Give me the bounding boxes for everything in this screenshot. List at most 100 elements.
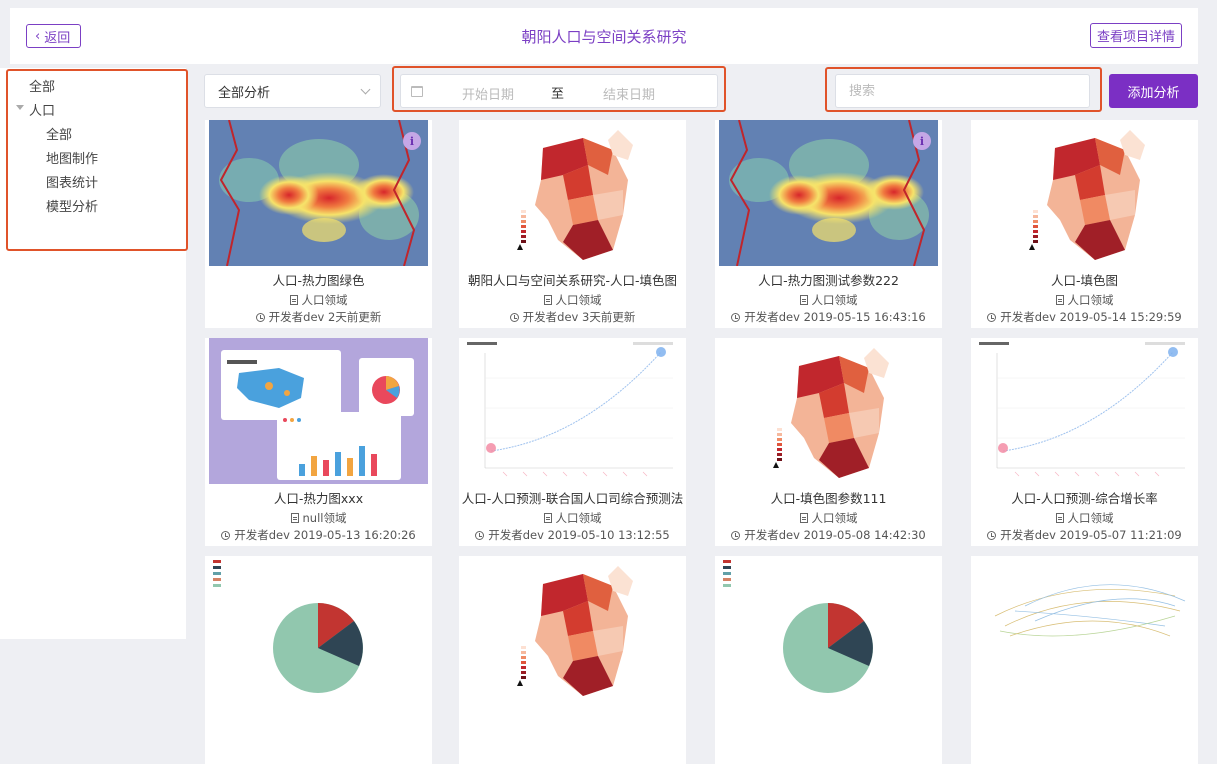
add-analysis-button[interactable]: 添加分析	[1109, 74, 1198, 108]
chevron-down-icon	[360, 84, 371, 95]
card-thumbnail[interactable]	[719, 556, 938, 702]
card-thumbnail[interactable]	[209, 338, 428, 484]
analysis-card[interactable]: 朝阳人口与空间关系研究-人口-填色图 人口领域 开发者dev 3天前更新	[459, 120, 686, 328]
card-meta-label: 开发者dev 2019-05-10 13:12:55	[488, 528, 670, 542]
card-meta-label: 开发者dev 2019-05-07 11:21:09	[1000, 528, 1182, 542]
card-meta: 开发者dev 2019-05-15 16:43:16	[715, 309, 942, 325]
network-thumbnail	[975, 556, 1194, 702]
choropleth-thumbnail	[975, 120, 1194, 266]
info-icon[interactable]: i	[913, 132, 931, 150]
clock-icon	[475, 531, 485, 540]
card-field-label: 人口领域	[811, 293, 858, 307]
card-thumbnail[interactable]	[209, 556, 428, 702]
analysis-card[interactable]	[971, 556, 1198, 764]
date-range-picker[interactable]: 开始日期 至 结束日期	[400, 74, 718, 108]
card-thumbnail[interactable]	[463, 338, 682, 484]
document-icon	[543, 513, 552, 523]
analysis-card[interactable]	[205, 556, 432, 764]
card-field-label: 人口领域	[301, 293, 348, 307]
document-icon	[1055, 295, 1064, 305]
analysis-card[interactable]: 人口-人口预测-综合增长率 人口领域 开发者dev 2019-05-07 11:21…	[971, 338, 1198, 546]
document-icon	[289, 295, 298, 305]
clock-icon	[255, 313, 265, 322]
info-icon[interactable]: i	[403, 132, 421, 150]
analysis-card[interactable]: 人口-热力图xxx null领域 开发者dev 2019-05-13 16:20:2…	[205, 338, 432, 546]
heatmap-thumbnail	[719, 120, 938, 266]
card-title: 人口-热力图绿色	[272, 273, 365, 288]
project-detail-button[interactable]: 查看项目详情	[1089, 23, 1182, 48]
choropleth-thumbnail	[463, 120, 682, 266]
tree-item-all[interactable]: 全部	[29, 76, 55, 95]
card-meta-label: 开发者dev 2019-05-15 16:43:16	[744, 310, 926, 324]
card-title: 人口-热力图xxx	[273, 491, 364, 506]
card-meta: 开发者dev 2019-05-13 16:20:26	[205, 527, 432, 543]
choropleth-thumbnail	[463, 556, 682, 702]
start-date-input[interactable]: 开始日期	[462, 84, 514, 103]
clock-icon	[509, 313, 519, 322]
card-meta-label: 开发者dev 2019-05-13 16:20:26	[234, 528, 416, 542]
analysis-card[interactable]	[715, 556, 942, 764]
card-title: 人口-人口预测-综合增长率	[1011, 491, 1158, 506]
analysis-card[interactable]	[459, 556, 686, 764]
card-field: 人口领域	[459, 292, 686, 308]
card-thumbnail[interactable]	[463, 556, 682, 702]
clock-icon	[987, 313, 997, 322]
top-bar: ‹ 返回 朝阳人口与空间关系研究 查看项目详情	[10, 8, 1198, 64]
trend-curve-thumbnail	[975, 338, 1194, 484]
card-meta: 开发者dev 2019-05-14 15:29:59	[971, 309, 1198, 325]
pie-chart-thumbnail	[719, 556, 938, 702]
analysis-type-select[interactable]: 全部分析	[204, 74, 381, 108]
trend-curve-thumbnail	[463, 338, 682, 484]
sidebar: 全部 人口 全部 地图制作 图表统计 模型分析	[0, 68, 188, 639]
card-field: 人口领域	[971, 292, 1198, 308]
card-thumbnail[interactable]: i	[719, 120, 938, 266]
document-icon	[799, 295, 808, 305]
card-thumbnail[interactable]	[975, 556, 1194, 702]
card-title: 人口-填色图参数111	[770, 491, 887, 506]
card-field: 人口领域	[459, 510, 686, 526]
analysis-card[interactable]: 人口-人口预测-联合国人口司综合预测法人口领域开发者dev 2019-05-10…	[459, 338, 686, 546]
tree-item-population[interactable]: 人口	[29, 100, 55, 119]
caret-down-icon[interactable]	[16, 105, 24, 110]
card-thumbnail[interactable]	[719, 338, 938, 484]
clock-icon	[731, 531, 741, 540]
card-meta: 开发者dev 2019-05-08 14:42:30	[715, 527, 942, 543]
card-title: 人口-热力图测试参数222	[758, 273, 899, 288]
card-title: 人口-人口预测-联合国人口司综合预测法	[461, 491, 684, 506]
card-field-label: 人口领域	[555, 511, 602, 525]
tree-item-map-making[interactable]: 地图制作	[46, 148, 98, 167]
clock-icon	[731, 313, 741, 322]
pie-chart-thumbnail	[209, 556, 428, 702]
page-title: 朝阳人口与空间关系研究	[521, 28, 687, 46]
card-meta: 开发者dev 2019-05-10 13:12:55	[459, 527, 686, 543]
heatmap-thumbnail	[209, 120, 428, 266]
analysis-card[interactable]: 人口-填色图参数111 人口领域开发者dev 2019-05-08 14:42:3…	[715, 338, 942, 546]
clock-icon	[221, 531, 231, 540]
card-thumbnail[interactable]	[463, 120, 682, 266]
tree-item-population-all[interactable]: 全部	[46, 124, 72, 143]
card-field: 人口领域	[715, 292, 942, 308]
card-thumbnail[interactable]	[975, 338, 1194, 484]
card-meta: 开发者dev 2019-05-07 11:21:09	[971, 527, 1198, 543]
end-date-input[interactable]: 结束日期	[603, 84, 655, 103]
illustration-thumbnail	[209, 338, 428, 484]
card-thumbnail[interactable]: i	[209, 120, 428, 266]
search-input[interactable]	[835, 74, 1090, 108]
card-field: 人口领域	[715, 510, 942, 526]
analysis-card[interactable]: 人口-填色图 人口领域 开发者dev 2019-05-14 15:29:59	[971, 120, 1198, 328]
analysis-type-value: 全部分析	[218, 85, 271, 101]
card-meta: 开发者dev 3天前更新	[459, 309, 686, 325]
card-field-label: 人口领域	[1067, 293, 1114, 307]
tree-item-chart-stats[interactable]: 图表统计	[46, 172, 98, 191]
card-thumbnail[interactable]	[975, 120, 1194, 266]
calendar-icon	[411, 86, 423, 97]
date-range-separator: 至	[551, 87, 565, 102]
tree-item-model-analysis[interactable]: 模型分析	[46, 196, 98, 215]
choropleth-thumbnail	[719, 338, 938, 484]
card-field-label: 人口领域	[811, 511, 858, 525]
card-field: 人口领域	[205, 292, 432, 308]
card-meta-label: 开发者dev 2019-05-14 15:29:59	[1000, 310, 1182, 324]
document-icon	[290, 513, 299, 523]
analysis-card[interactable]: i 人口-热力图绿色 人口领域 开发者dev 2天前更新	[205, 120, 432, 328]
analysis-card[interactable]: i 人口-热力图测试参数222 人口领域开发者dev 2019-05-15 16:4…	[715, 120, 942, 328]
